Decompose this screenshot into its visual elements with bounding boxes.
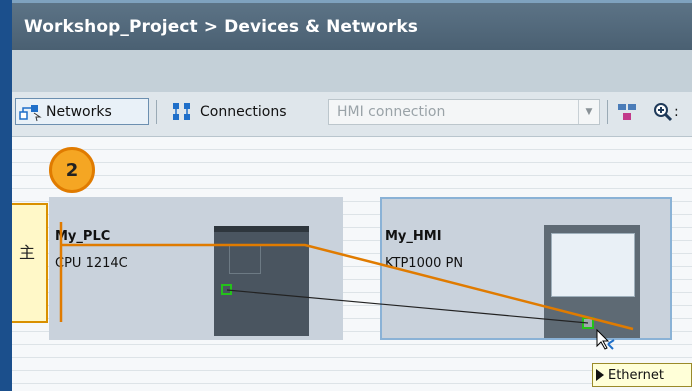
step-number-badge: 2 [49,147,95,193]
ethernet-tooltip: Ethernet [592,363,692,387]
annotation-arrow-line [61,243,634,331]
connection-overlay [59,222,634,350]
annotation-note: 主 [12,203,48,323]
annotation-note-text: 主 [19,243,36,262]
cursor-icon [596,328,615,350]
devices-networks-window: Workshop_Project > Devices & Networks Ne… [12,0,692,391]
tooltip-text: Ethernet [608,367,664,383]
network-connection-line [226,289,589,324]
play-triangle-icon [596,369,604,381]
